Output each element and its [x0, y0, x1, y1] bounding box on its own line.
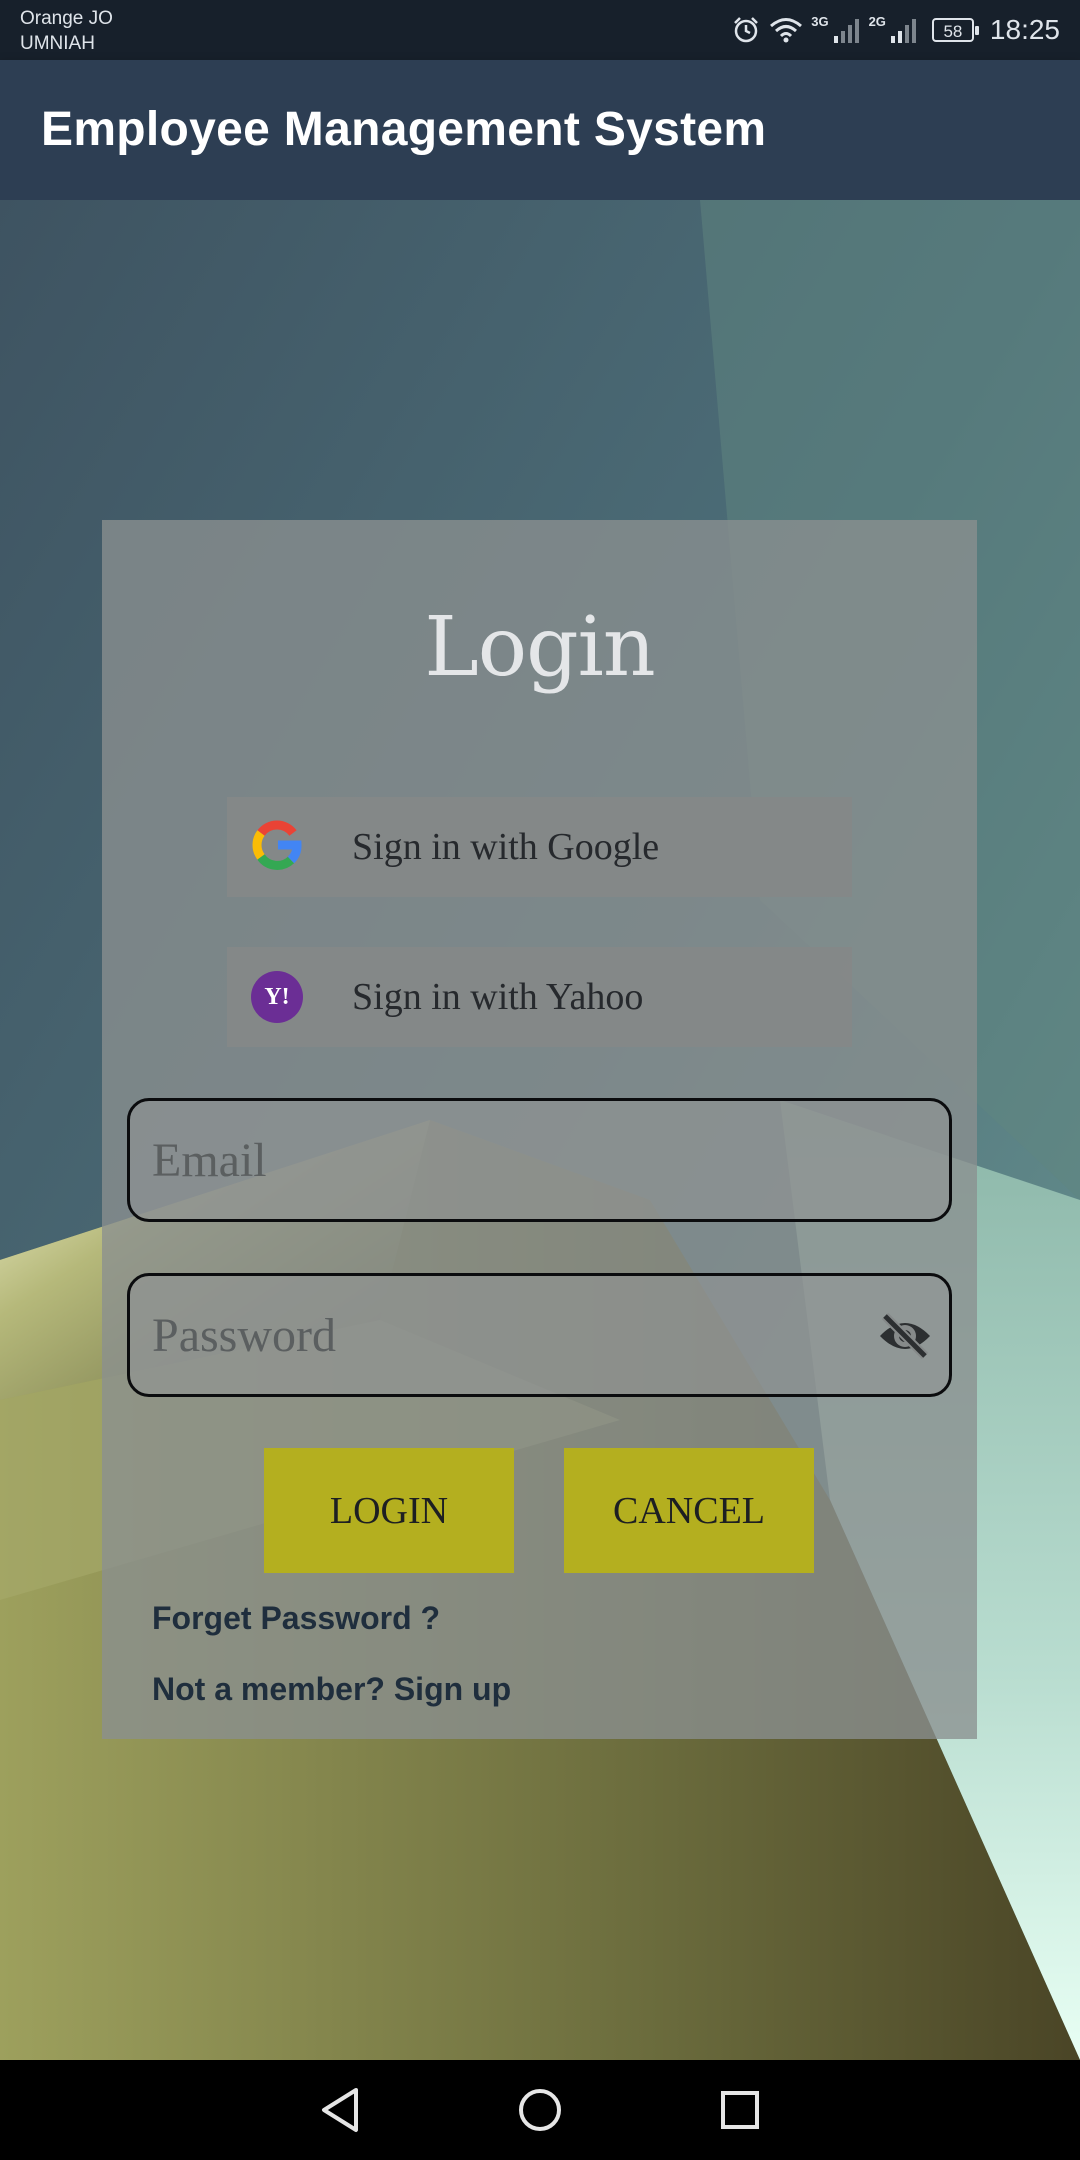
yahoo-icon: Y!	[251, 971, 303, 1023]
signal-icon	[890, 16, 918, 44]
status-icons: 3G 2G 58 18:25	[731, 0, 1060, 60]
carrier-name-2: UMNIAH	[20, 33, 95, 54]
login-button[interactable]: LOGIN	[264, 1448, 514, 1573]
google-signin-label: Sign in with Google	[352, 826, 660, 868]
google-signin-button[interactable]: Sign in with Google	[227, 797, 852, 897]
battery-icon: 58	[931, 18, 979, 42]
navigation-bar	[0, 2060, 1080, 2160]
network-type-1: 3G	[811, 14, 829, 29]
login-card: Login Sign in with Google Y! Sign in wit…	[102, 520, 977, 1739]
wifi-icon	[769, 16, 803, 44]
carrier-info: Orange JO UMNIAH	[20, 6, 113, 56]
email-input[interactable]	[152, 1101, 852, 1219]
recents-icon[interactable]	[712, 2082, 768, 2138]
yahoo-signin-label: Sign in with Yahoo	[352, 976, 644, 1018]
yahoo-signin-button[interactable]: Y! Sign in with Yahoo	[227, 947, 852, 1047]
back-icon[interactable]	[312, 2082, 368, 2138]
cancel-button[interactable]: CANCEL	[564, 1448, 814, 1573]
home-icon[interactable]	[512, 2082, 568, 2138]
forgot-password-link[interactable]: Forget Password ?	[152, 1600, 440, 1637]
google-icon	[251, 819, 303, 876]
app-bar: Employee Management System	[0, 60, 1080, 200]
signal-icon	[833, 16, 861, 44]
password-input[interactable]	[152, 1276, 852, 1394]
login-title: Login	[424, 600, 655, 695]
password-field[interactable]	[127, 1273, 952, 1397]
status-bar: Orange JO UMNIAH 3G 2G 58 18:25	[0, 0, 1080, 60]
app-title: Employee Management System	[41, 103, 767, 156]
alarm-icon	[731, 15, 761, 45]
network-type-2: 2G	[868, 14, 886, 29]
signup-link[interactable]: Not a member? Sign up	[152, 1671, 511, 1708]
clock: 18:25	[989, 14, 1060, 45]
email-field[interactable]	[127, 1098, 952, 1222]
carrier-name-1: Orange JO	[20, 8, 113, 29]
visibility-off-icon[interactable]	[877, 1312, 933, 1365]
